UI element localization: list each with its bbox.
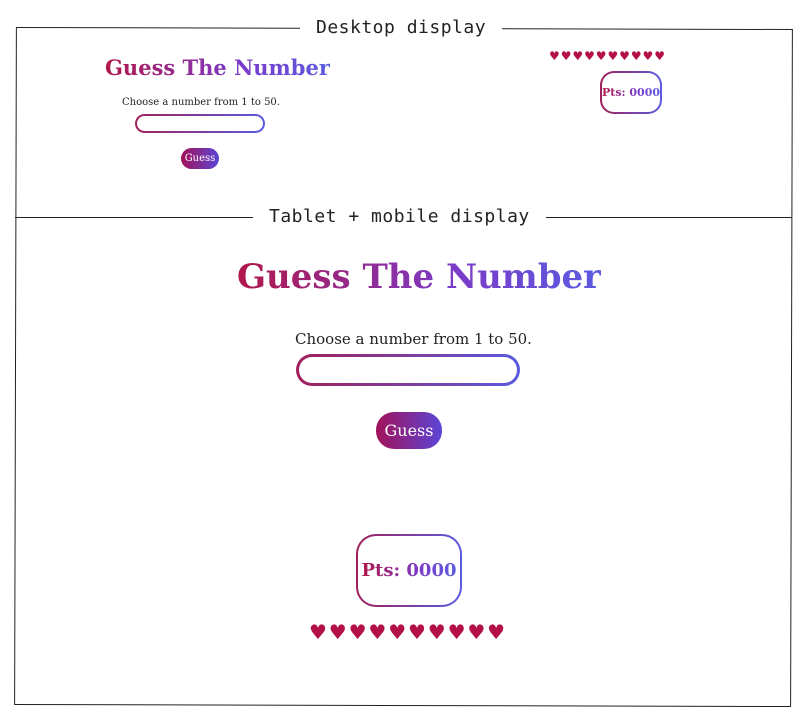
lives-hearts: ♥ ♥ ♥ ♥ ♥ ♥ ♥ ♥ ♥ ♥ — [309, 622, 507, 642]
game-title: Guess The Number — [237, 257, 602, 297]
score-box: Pts: 0000 — [356, 534, 462, 607]
guess-button[interactable]: Guess — [181, 148, 219, 169]
heart-icon: ♥ — [642, 49, 654, 63]
guess-button[interactable]: Guess — [376, 412, 442, 449]
heart-icon: ♥ — [467, 620, 486, 644]
game-title: Guess The Number — [105, 55, 330, 80]
heart-icon: ♥ — [427, 620, 446, 644]
heart-icon: ♥ — [447, 620, 466, 644]
heart-icon: ♥ — [619, 49, 630, 63]
heart-icon: ♥ — [572, 49, 584, 63]
heart-icon: ♥ — [549, 49, 560, 63]
desktop-section-label: Desktop display — [300, 17, 503, 38]
heart-icon: ♥ — [584, 49, 595, 63]
heart-icon: ♥ — [368, 620, 387, 644]
guess-input[interactable] — [296, 354, 520, 386]
heart-icon: ♥ — [328, 620, 347, 644]
heart-icon: ♥ — [607, 49, 619, 63]
lives-hearts: ♥ ♥ ♥ ♥ ♥ ♥ ♥ ♥ ♥ ♥ — [549, 50, 666, 62]
heart-icon: ♥ — [630, 49, 642, 63]
heart-icon: ♥ — [309, 620, 327, 644]
score-label: Pts: 0000 — [601, 86, 661, 99]
heart-icon: ♥ — [560, 49, 572, 63]
mobile-section-label: Tablet + mobile display — [253, 206, 546, 227]
heart-icon: ♥ — [348, 620, 367, 644]
score-box: Pts: 0000 — [600, 71, 662, 114]
guess-input[interactable] — [135, 114, 265, 133]
heart-icon: ♥ — [407, 620, 426, 644]
heart-icon: ♥ — [388, 620, 407, 644]
score-label: Pts: 0000 — [361, 560, 457, 581]
number-prompt: Choose a number from 1 to 50. — [122, 97, 280, 108]
heart-icon: ♥ — [595, 49, 607, 63]
heart-icon: ♥ — [654, 49, 665, 63]
heart-icon: ♥ — [487, 620, 506, 644]
number-prompt: Choose a number from 1 to 50. — [295, 330, 532, 348]
